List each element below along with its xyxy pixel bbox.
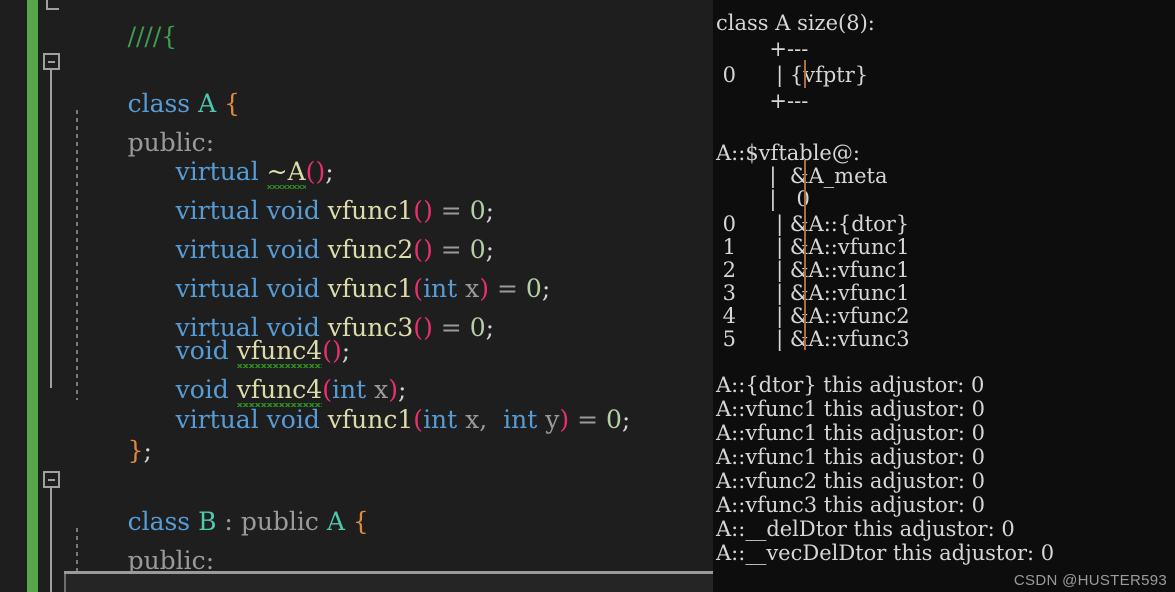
- layout-rule: +---: [716, 37, 809, 61]
- semicolon-token: ;: [541, 274, 551, 303]
- keyword-int: int: [423, 405, 458, 434]
- code-editor-pane[interactable]: ////{ class A { public: virtual ~A(); vi…: [0, 0, 713, 592]
- vfptr-row-text: 0 | {vfptr}: [716, 63, 869, 87]
- output-line-rule-top: +---: [713, 36, 808, 62]
- open-paren: (: [413, 405, 424, 434]
- code-line-class-a-decl[interactable]: class A {: [38, 45, 240, 118]
- equals-token: =: [497, 274, 518, 303]
- screenshot-root: ////{ class A { public: virtual ~A(); vi…: [0, 0, 1175, 592]
- pure-virtual-zero: 0: [525, 274, 542, 303]
- output-line-meta-offset: | 0: [716, 187, 810, 211]
- fn-vfunc1: vfunc1: [327, 405, 414, 434]
- equals-token: =: [440, 313, 462, 342]
- code-line-vfunc4-a[interactable]: void vfunc4();: [38, 292, 350, 365]
- editor-gutter: [0, 0, 27, 592]
- code-line-vfunc1-a[interactable]: virtual void vfunc1() = 0;: [38, 152, 494, 225]
- output-line-vftable-row-5: 5 | &A::vfunc3: [716, 327, 910, 351]
- output-line-vfptr: 0 | {vfptr}: [713, 62, 868, 88]
- git-change-bar: [27, 0, 38, 592]
- code-line-class-b-decl[interactable]: class B : public A {: [38, 463, 369, 536]
- close-paren: ): [559, 405, 570, 434]
- output-line-adjustor-5: A::vfunc3 this adjustor: 0: [716, 493, 985, 517]
- code-line-vfunc2-a[interactable]: virtual void vfunc2() = 0;: [38, 191, 494, 264]
- semicolon-token: ;: [485, 313, 495, 342]
- output-line-adjustor-4: A::vfunc2 this adjustor: 0: [716, 469, 985, 493]
- output-line-adjustor-3: A::vfunc1 this adjustor: 0: [716, 445, 985, 469]
- bottom-overlay-panel: [64, 574, 713, 592]
- equals-token: =: [577, 405, 599, 434]
- base-class-a: A: [326, 507, 345, 536]
- param-x: x: [465, 405, 480, 434]
- close-brace: }: [127, 436, 144, 465]
- output-line-adjustor-7: A::__vecDelDtor this adjustor: 0: [716, 541, 1055, 565]
- output-line-rule-bottom: +---: [713, 88, 808, 114]
- close-paren: ): [423, 313, 433, 342]
- param-y: y: [545, 405, 560, 434]
- csdn-watermark: CSDN @HUSTER593: [1013, 572, 1167, 589]
- keyword-void: void: [266, 405, 320, 434]
- vftable-connector-bar-2: [804, 160, 806, 350]
- code-line-comment[interactable]: ////{: [38, 0, 178, 51]
- output-line-adjustor-1: A::vfunc1 this adjustor: 0: [716, 397, 985, 421]
- open-brace: {: [352, 507, 369, 536]
- pure-virtual-zero: 0: [606, 405, 622, 434]
- open-paren: (: [413, 313, 424, 342]
- code-surface[interactable]: ////{ class A { public: virtual ~A(); vi…: [38, 0, 713, 592]
- keyword-virtual: virtual: [175, 405, 259, 434]
- compiler-output-pane[interactable]: class A size(8): +--- 0 | {vfptr} +--- A…: [713, 0, 1175, 592]
- code-line-dtor-b[interactable]: ~B();: [38, 531, 243, 592]
- semicolon-token: ;: [621, 405, 631, 434]
- code-line-vfunc1-int-a[interactable]: virtual void vfunc1(int x) = 0;: [38, 230, 551, 303]
- code-line-class-a-end[interactable]: };: [38, 392, 152, 465]
- code-line-dtor-a[interactable]: virtual ~A();: [38, 113, 334, 186]
- pure-virtual-zero: 0: [469, 313, 486, 342]
- output-line-adjustor-2: A::vfunc1 this adjustor: 0: [716, 421, 985, 445]
- output-line-adjustor-6: A::__delDtor this adjustor: 0: [716, 517, 1015, 541]
- layout-rule: +---: [716, 89, 809, 113]
- keyword-int: int: [503, 405, 538, 434]
- output-line-adjustor-0: A::{dtor} this adjustor: 0: [716, 373, 985, 397]
- output-line-class-header: class A size(8):: [716, 11, 875, 35]
- vftable-connector-bar: [804, 60, 806, 88]
- access-specifier-public: public: [240, 507, 319, 536]
- semicolon-token: ;: [143, 436, 152, 465]
